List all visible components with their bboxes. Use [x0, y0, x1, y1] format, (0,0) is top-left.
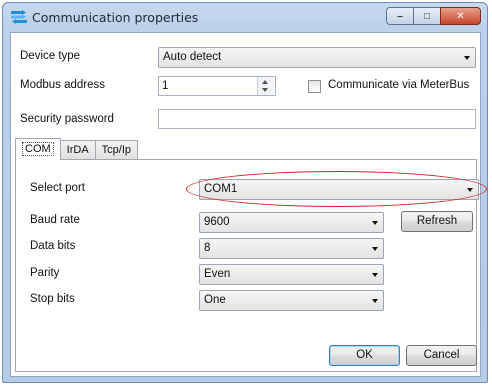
- data-bits-label: Data bits: [30, 240, 76, 252]
- ok-label: OK: [356, 349, 373, 361]
- stepper-up-icon[interactable]: [262, 80, 268, 84]
- refresh-label: Refresh: [416, 215, 458, 227]
- security-password-field[interactable]: [158, 109, 476, 129]
- chevron-down-icon: [372, 273, 378, 277]
- dialog-body: Device type Auto detect Modbus address 1…: [10, 32, 487, 377]
- close-icon: ✕: [456, 10, 465, 22]
- modbus-address-value: 1: [162, 80, 169, 92]
- tab-label: IrDA: [66, 144, 89, 156]
- maximize-button[interactable]: □: [413, 7, 440, 25]
- tab-strip: COM IrDA Tcp/Ip: [15, 138, 139, 160]
- device-type-select[interactable]: Auto detect: [158, 47, 476, 68]
- chevron-down-icon: [372, 221, 378, 225]
- tab-irda[interactable]: IrDA: [59, 140, 96, 160]
- chevron-down-icon: [467, 188, 473, 192]
- baud-rate-value: 9600: [204, 216, 230, 228]
- chevron-down-icon: [464, 56, 470, 60]
- modbus-address-label: Modbus address: [20, 79, 106, 91]
- parity-value: Even: [204, 268, 231, 280]
- tab-com[interactable]: COM: [15, 138, 61, 160]
- tab-tcpip[interactable]: Tcp/Ip: [94, 140, 139, 160]
- minimize-button[interactable]: –: [386, 7, 413, 25]
- maximize-icon: □: [423, 10, 431, 22]
- chevron-down-icon: [372, 247, 378, 251]
- com-tab-panel: Select port COM1 Baud rate 9600 Refresh …: [15, 159, 487, 372]
- data-bits-select[interactable]: 8: [199, 238, 384, 259]
- refresh-button[interactable]: Refresh: [401, 211, 473, 232]
- data-bits-value: 8: [204, 242, 211, 254]
- stop-bits-value: One: [204, 294, 226, 306]
- meterbus-label[interactable]: Communicate via MeterBus: [328, 79, 469, 91]
- stepper-down-icon[interactable]: [262, 88, 268, 92]
- stepper-buttons[interactable]: [257, 77, 274, 95]
- ok-button[interactable]: OK: [329, 345, 400, 366]
- device-type-label: Device type: [20, 50, 81, 62]
- minimize-icon: –: [397, 10, 403, 22]
- tab-label: COM: [22, 142, 54, 156]
- cancel-button[interactable]: Cancel: [406, 345, 477, 366]
- device-type-value: Auto detect: [163, 51, 222, 63]
- select-port-select[interactable]: COM1: [199, 179, 479, 200]
- window-title: Communication properties: [32, 10, 199, 25]
- parity-label: Parity: [30, 267, 60, 279]
- baud-rate-label: Baud rate: [30, 214, 80, 226]
- select-port-label: Select port: [30, 182, 85, 194]
- stop-bits-select[interactable]: One: [199, 290, 384, 311]
- stop-bits-label: Stop bits: [30, 293, 75, 305]
- select-port-value: COM1: [204, 183, 238, 195]
- baud-rate-select[interactable]: 9600: [199, 212, 384, 233]
- close-button[interactable]: ✕: [440, 7, 481, 25]
- cancel-label: Cancel: [423, 349, 460, 361]
- window-controls: – □ ✕: [386, 7, 481, 26]
- modbus-address-stepper[interactable]: 1: [158, 76, 276, 96]
- dialog-window: Communication properties – □ ✕ Device ty…: [2, 2, 488, 383]
- parity-select[interactable]: Even: [199, 264, 384, 285]
- network-transfer-icon: [11, 10, 27, 24]
- chevron-down-icon: [372, 299, 378, 303]
- tab-label: Tcp/Ip: [101, 144, 132, 156]
- security-password-label: Security password: [20, 113, 114, 125]
- meterbus-checkbox[interactable]: [308, 80, 321, 93]
- title-bar[interactable]: Communication properties – □ ✕: [3, 3, 487, 31]
